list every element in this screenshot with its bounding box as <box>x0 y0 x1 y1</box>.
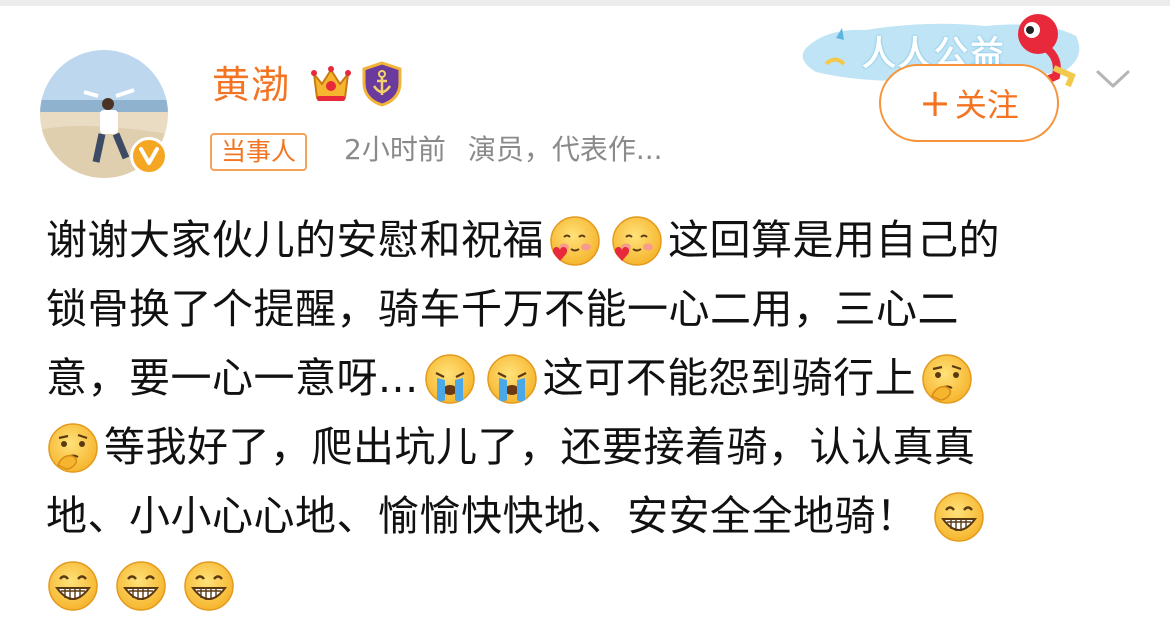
text-segment: 地、小小心心地、愉愉快快地、安安全全地骑！ <box>46 492 918 540</box>
text-segment: 等我好了，爬出坑儿了，还要接着骑，认认真真 <box>104 423 976 471</box>
text-segment: 锁骨换了个提醒，骑车千万不能一心二用，三心二 <box>46 285 959 333</box>
anchor-shield-badge-icon[interactable] <box>358 60 406 108</box>
user-description: 演员，代表作... <box>467 133 663 166</box>
weibo-post-card: 黄渤 当事人 2小时前 演员，代表作... 人人公益 + 关注 谢谢大家伙儿的安… <box>0 0 1170 629</box>
text-segment: 意，要一心一意呀... <box>46 354 419 402</box>
top-divider <box>0 0 1170 6</box>
post-line: 地、小小心心地、愉愉快快地、安安全全地骑！ <box>46 482 1136 551</box>
post-line <box>46 551 1136 620</box>
love-emoji-icon <box>548 214 602 268</box>
post-line: 意，要一心一意呀... 这可不能怨到骑行上 <box>46 344 1136 413</box>
grin-emoji-icon <box>182 559 236 613</box>
crying-emoji-icon <box>485 352 539 406</box>
verified-v-icon <box>130 137 168 175</box>
follow-label: 关注 <box>954 86 1019 124</box>
plus-icon: + <box>919 81 951 125</box>
follow-button[interactable]: + 关注 <box>879 64 1059 142</box>
chevron-down-icon[interactable] <box>1093 64 1133 94</box>
post-line: 等我好了，爬出坑儿了，还要接着骑，认认真真 <box>46 413 1136 482</box>
text-segment: 这可不能怨到骑行上 <box>542 354 917 402</box>
thinking-emoji-icon <box>46 421 100 475</box>
user-name[interactable]: 黄渤 <box>212 60 290 110</box>
post-text: 谢谢大家伙儿的安慰和祝福 这回算是用自己的 锁骨换了个提醒，骑车千万不能一心二用… <box>46 206 1136 620</box>
post-time[interactable]: 2小时前 <box>344 133 446 166</box>
text-segment: 这回算是用自己的 <box>668 216 1000 264</box>
grin-emoji-icon <box>114 559 168 613</box>
post-line: 锁骨换了个提醒，骑车千万不能一心二用，三心二 <box>46 275 1136 344</box>
grin-emoji-icon <box>46 559 100 613</box>
thinking-emoji-icon <box>920 352 974 406</box>
grin-emoji-icon <box>932 490 986 544</box>
love-emoji-icon <box>610 214 664 268</box>
post-meta: 2小时前 演员，代表作... <box>344 130 663 170</box>
crying-emoji-icon <box>423 352 477 406</box>
crown-badge-icon[interactable] <box>308 60 354 106</box>
text-segment: 谢谢大家伙儿的安慰和祝福 <box>46 216 544 264</box>
post-line: 谢谢大家伙儿的安慰和祝福 这回算是用自己的 <box>46 206 1136 275</box>
role-tag: 当事人 <box>210 133 308 171</box>
